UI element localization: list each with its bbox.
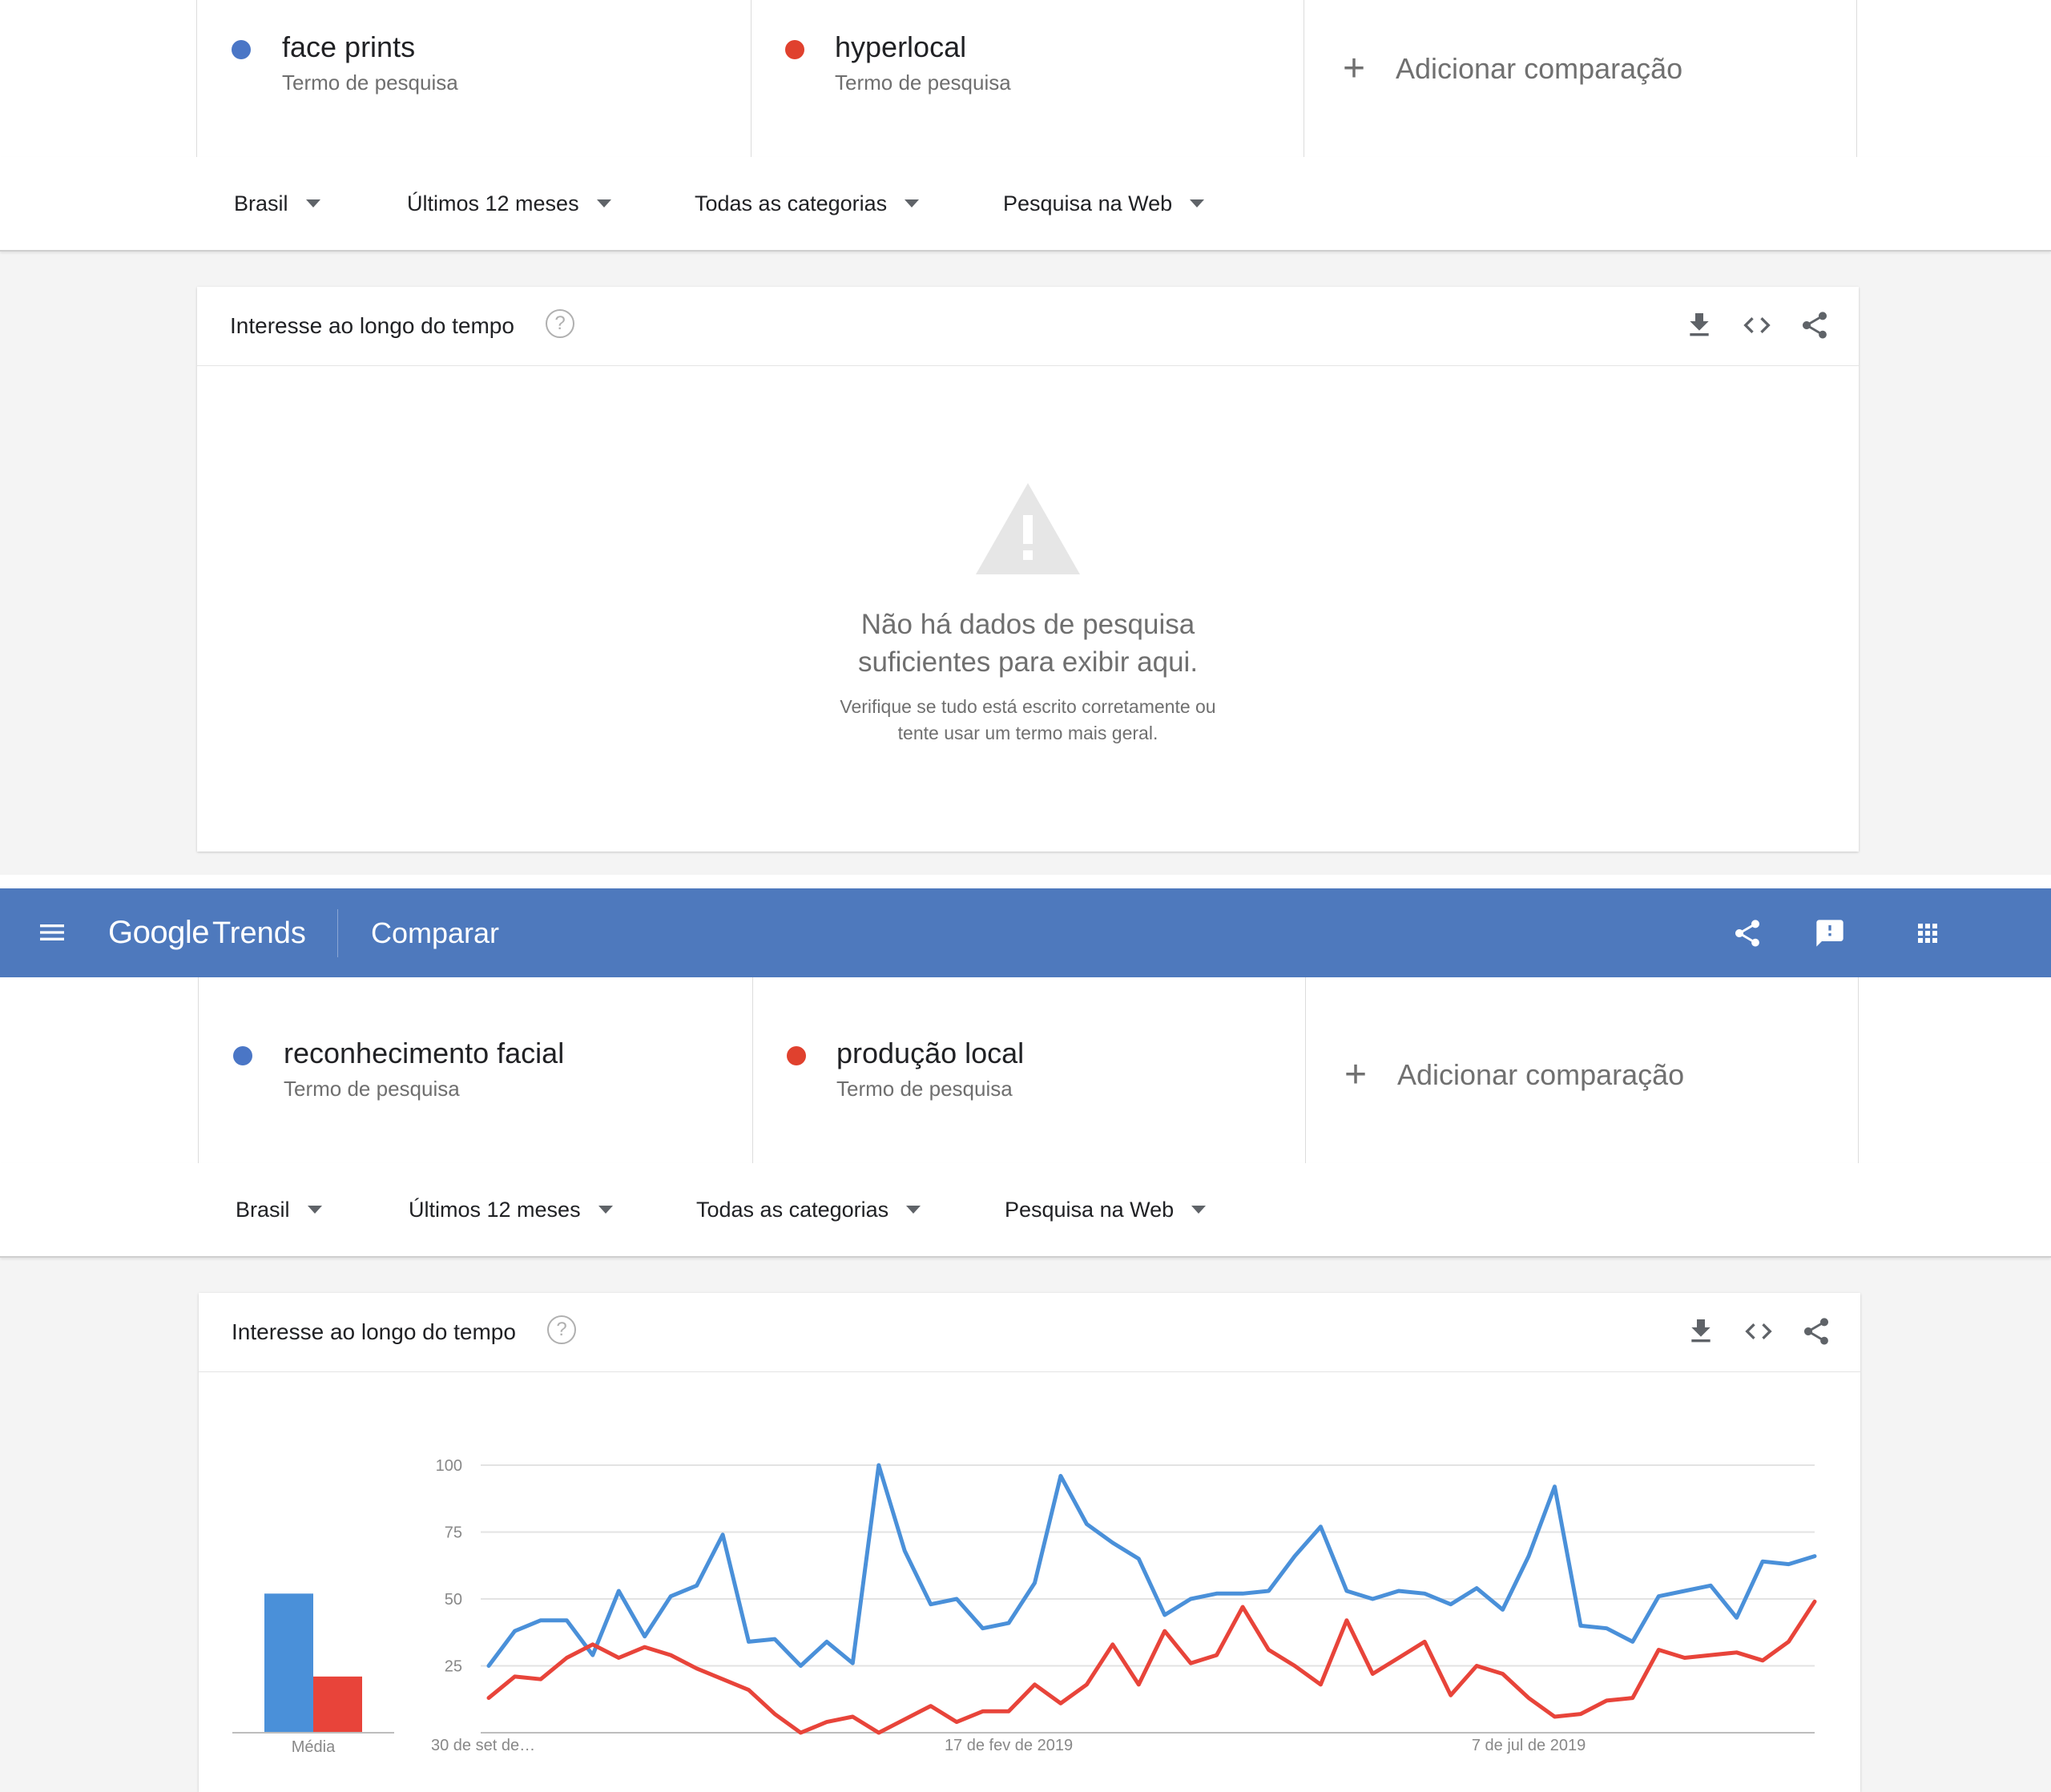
- x-tick-label: 17 de fev de 2019: [945, 1737, 1073, 1754]
- average-label: Média: [292, 1738, 336, 1756]
- x-tick-label: 7 de jul de 2019: [1472, 1737, 1586, 1754]
- y-tick-label: 50: [445, 1591, 462, 1609]
- x-tick-label: 30 de set de…: [431, 1737, 535, 1754]
- y-tick-label: 75: [445, 1524, 462, 1542]
- y-tick-label: 100: [436, 1457, 462, 1475]
- series-line-1: [486, 1463, 1817, 1668]
- interest-over-time-chart[interactable]: 25 50 75 100 30 de set de… 17 de fev de 2019 7…: [0, 0, 2051, 1792]
- average-bar-1: [264, 1593, 313, 1733]
- y-tick-label: 25: [445, 1658, 462, 1676]
- average-bar-2: [313, 1676, 362, 1733]
- series-line-2: [486, 1599, 1817, 1735]
